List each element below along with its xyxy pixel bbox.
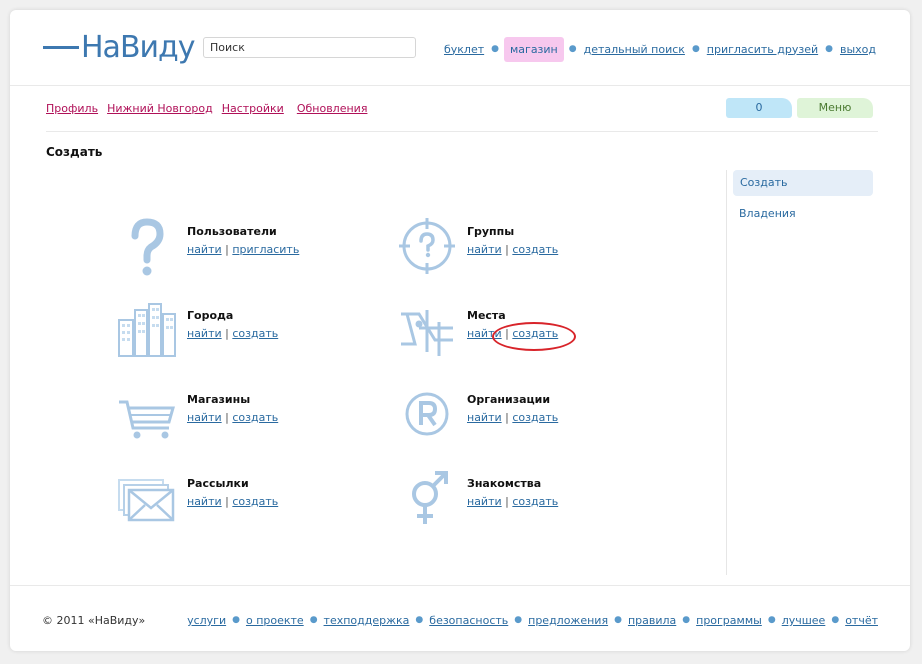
item-title: Организации bbox=[467, 393, 551, 406]
footer-link-security[interactable]: безопасность bbox=[429, 614, 508, 627]
subnav-updates[interactable]: Обновления bbox=[297, 102, 368, 115]
item-title: Места bbox=[467, 309, 506, 322]
sidebar-item-owned[interactable]: Владения bbox=[739, 207, 796, 220]
item-actions: найти | пригласить bbox=[187, 243, 300, 256]
item-actions: найти | создать bbox=[467, 243, 559, 256]
subnav-settings[interactable]: Настройки bbox=[222, 102, 284, 115]
sub-nav: Профиль Нижний Новгород Настройки Обновл… bbox=[46, 102, 376, 115]
nav-dot: ● bbox=[514, 615, 523, 625]
topnav-shop[interactable]: магазин bbox=[504, 36, 564, 62]
item-title: Рассылки bbox=[187, 477, 249, 490]
find-link[interactable]: найти bbox=[467, 495, 502, 508]
find-link[interactable]: найти bbox=[187, 327, 222, 340]
item-title: Магазины bbox=[187, 393, 251, 406]
page-frame: НаВиду буклет ● магазин ● детальный поис… bbox=[10, 10, 910, 651]
footer-nav: услуги ● о проекте ● техподдержка ● безопас… bbox=[187, 614, 878, 627]
footer-divider bbox=[10, 585, 910, 586]
target-question-icon bbox=[397, 216, 457, 276]
cart-icon bbox=[117, 384, 177, 444]
nav-dot: ● bbox=[825, 44, 833, 54]
find-link[interactable]: найти bbox=[467, 411, 502, 424]
sidebar-item-create[interactable]: Создать bbox=[733, 170, 873, 196]
topnav-logout[interactable]: выход bbox=[838, 43, 878, 56]
footer-link-report[interactable]: отчёт bbox=[845, 614, 878, 627]
find-link[interactable]: найти bbox=[187, 495, 222, 508]
nav-dot: ● bbox=[767, 615, 776, 625]
registered-icon bbox=[397, 384, 457, 444]
grid-item-organizations: Организации найти | создать bbox=[397, 384, 657, 444]
header-divider bbox=[10, 85, 910, 86]
create-link[interactable]: создать bbox=[512, 495, 558, 508]
copyright: © 2011 «НаВиду» bbox=[42, 614, 146, 627]
footer-link-programs[interactable]: программы bbox=[696, 614, 762, 627]
create-link[interactable]: создать bbox=[232, 327, 278, 340]
grid-item-users: Пользователи найти | пригласить bbox=[117, 216, 377, 276]
find-link[interactable]: найти bbox=[187, 411, 222, 424]
logo-dash bbox=[43, 46, 79, 49]
item-actions: найти | создать bbox=[187, 495, 279, 508]
footer-link-rules[interactable]: правила bbox=[628, 614, 676, 627]
create-link[interactable]: создать bbox=[512, 243, 558, 256]
footer-link-support[interactable]: техподдержка bbox=[324, 614, 410, 627]
footer-link-services[interactable]: услуги bbox=[187, 614, 226, 627]
site-logo[interactable]: НаВиду bbox=[43, 30, 196, 65]
footer-link-best[interactable]: лучшее bbox=[782, 614, 826, 627]
page-title: Создать bbox=[46, 145, 103, 159]
subnav-divider bbox=[46, 131, 878, 132]
item-title: Пользователи bbox=[187, 225, 277, 238]
grid-item-cities: Города найти | создать bbox=[117, 300, 377, 360]
invite-link[interactable]: пригласить bbox=[232, 243, 299, 256]
map-icon bbox=[397, 300, 457, 360]
item-title: Знакомства bbox=[467, 477, 542, 490]
create-link[interactable]: создать bbox=[512, 411, 558, 424]
create-link[interactable]: создать bbox=[232, 411, 278, 424]
topnav-detailed-search[interactable]: детальный поиск bbox=[582, 43, 687, 56]
envelope-icon bbox=[117, 468, 177, 528]
logo-text: НаВиду bbox=[81, 30, 196, 65]
item-actions: найти | создать bbox=[187, 411, 279, 424]
grid-item-groups: Группы найти | создать bbox=[397, 216, 657, 276]
topnav-booklet[interactable]: буклет bbox=[442, 43, 486, 56]
nav-dot: ● bbox=[232, 615, 240, 625]
gender-icon bbox=[397, 468, 457, 528]
search-input[interactable] bbox=[203, 37, 416, 58]
subnav-city[interactable]: Нижний Новгород bbox=[107, 102, 213, 115]
nav-dot: ● bbox=[831, 615, 840, 625]
footer-link-proposals[interactable]: предложения bbox=[528, 614, 608, 627]
find-link[interactable]: найти bbox=[187, 243, 222, 256]
grid-item-dating: Знакомства найти | создать bbox=[397, 468, 657, 528]
nav-dot: ● bbox=[491, 44, 499, 54]
footer-link-about[interactable]: о проекте bbox=[246, 614, 304, 627]
topnav-invite-friends[interactable]: пригласить друзей bbox=[705, 43, 820, 56]
notification-count[interactable]: 0 bbox=[726, 98, 792, 118]
menu-button[interactable]: Меню bbox=[797, 98, 873, 118]
find-link[interactable]: найти bbox=[467, 243, 502, 256]
subnav-profile[interactable]: Профиль bbox=[46, 102, 98, 115]
nav-dot: ● bbox=[309, 615, 318, 625]
nav-dot: ● bbox=[614, 615, 622, 625]
create-link[interactable]: создать bbox=[232, 495, 278, 508]
question-icon bbox=[117, 216, 177, 276]
sidebar-divider bbox=[726, 170, 727, 575]
buildings-icon bbox=[117, 300, 177, 360]
item-title: Города bbox=[187, 309, 234, 322]
nav-dot: ● bbox=[682, 615, 691, 625]
item-actions: найти | создать bbox=[467, 411, 559, 424]
item-title: Группы bbox=[467, 225, 515, 238]
grid-item-shops: Магазины найти | создать bbox=[117, 384, 377, 444]
nav-dot: ● bbox=[691, 44, 700, 54]
nav-dot: ● bbox=[415, 615, 424, 625]
item-actions: найти | создать bbox=[187, 327, 279, 340]
nav-dot: ● bbox=[568, 44, 577, 54]
top-nav: буклет ● магазин ● детальный поиск ● при… bbox=[442, 36, 878, 62]
highlight-circle bbox=[492, 322, 576, 351]
item-actions: найти | создать bbox=[467, 495, 559, 508]
grid-item-mailings: Рассылки найти | создать bbox=[117, 468, 377, 528]
